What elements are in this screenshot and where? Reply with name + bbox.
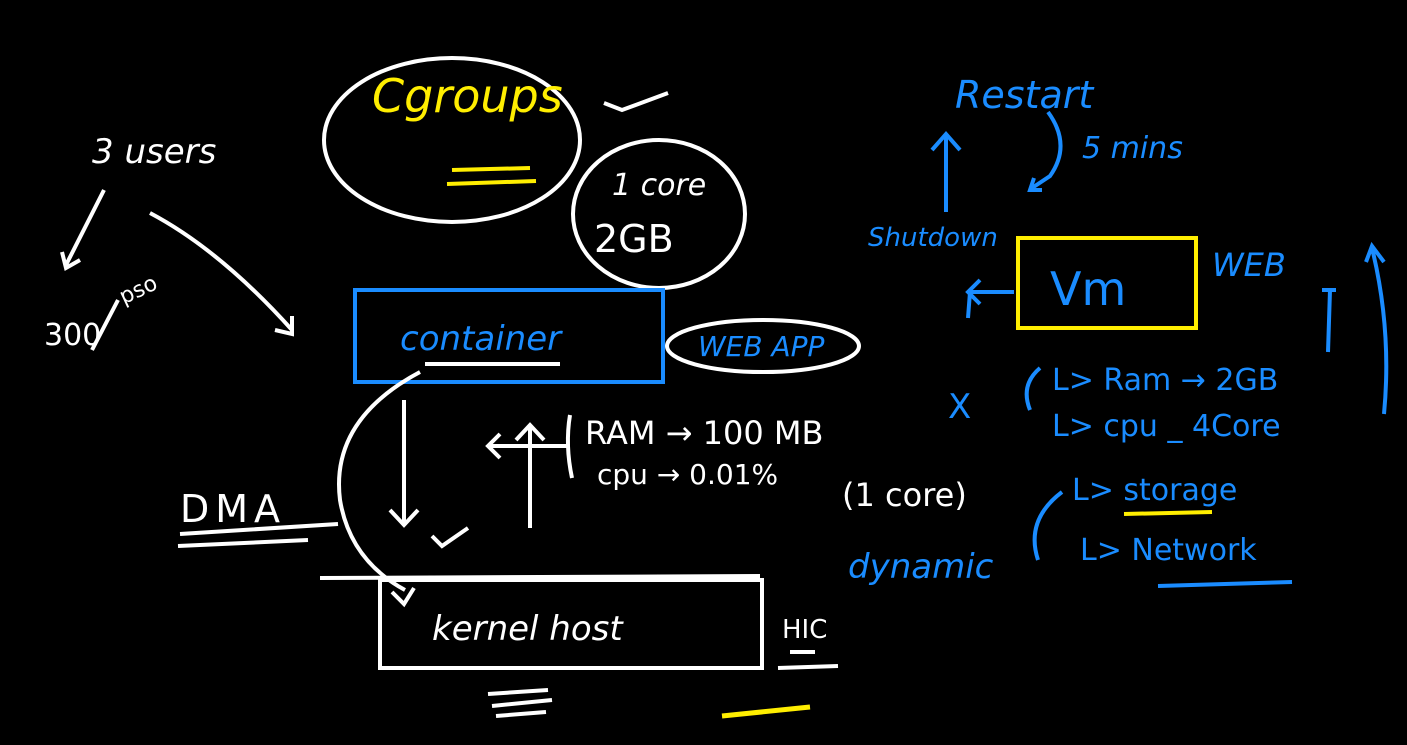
right-curve — [1364, 241, 1389, 415]
network-underline — [1157, 580, 1293, 588]
restart-label: Restart — [955, 73, 1095, 117]
vm-label: Vm — [1050, 262, 1126, 316]
storage-bracket — [1032, 490, 1064, 561]
five-min-brace — [1027, 110, 1063, 192]
web-label: WEB — [1212, 246, 1286, 284]
ram-line: RAM → 100 MB — [585, 414, 823, 452]
yellow-dash — [721, 704, 811, 719]
hic-label: HIC — [782, 615, 827, 645]
dynamic-label: dynamic — [848, 547, 994, 587]
cgroups-underline — [446, 166, 537, 186]
kernel-topline — [319, 574, 761, 580]
shutdown-label: Shutdown — [868, 223, 998, 253]
dma-label: DMA — [180, 487, 286, 531]
restart-arrow — [930, 130, 962, 212]
users-left-line — [60, 189, 106, 272]
x-mark: X — [948, 387, 971, 427]
cgroups-label: Cgroups — [372, 69, 563, 123]
cpu-vm-label: L> cpu _ 4Core — [1052, 409, 1281, 444]
dma-curve — [337, 370, 421, 592]
container-label: container — [400, 319, 563, 359]
storage-vm-label: L> storage — [1072, 473, 1237, 508]
users-right-arrow — [149, 211, 294, 337]
small-check — [430, 526, 470, 549]
core-label: 1 core — [612, 168, 706, 203]
resource-circle — [571, 138, 747, 290]
kernel-scribble — [487, 688, 553, 718]
whiteboard-canvas: Cgroups 1 core 2GB 3 users 300 pso conta… — [44, 56, 1389, 719]
network-vm-label: L> Network — [1080, 533, 1257, 568]
users-label: 3 users — [92, 132, 216, 172]
vm-left-arrow — [965, 278, 1014, 319]
one-core-label: (1 core) — [842, 476, 967, 514]
right-bracket — [1322, 288, 1336, 353]
bracket-left — [565, 414, 574, 479]
vm-bracket — [1024, 366, 1042, 411]
check-mark — [603, 91, 669, 113]
ram-vm-label: L> Ram → 2GB — [1052, 363, 1278, 398]
five-min-label: 5 mins — [1082, 131, 1183, 166]
pso-label: pso — [116, 271, 162, 310]
up-arrow — [514, 422, 546, 528]
kernel-label: kernel host — [432, 609, 624, 649]
cpu-line: cpu → 0.01% — [597, 458, 778, 491]
down-arrow — [388, 400, 420, 528]
gb-label: 2GB — [594, 217, 674, 261]
storage-underline — [1123, 510, 1213, 516]
webapp-label: WEB APP — [698, 330, 825, 363]
hic-underline — [777, 650, 839, 670]
